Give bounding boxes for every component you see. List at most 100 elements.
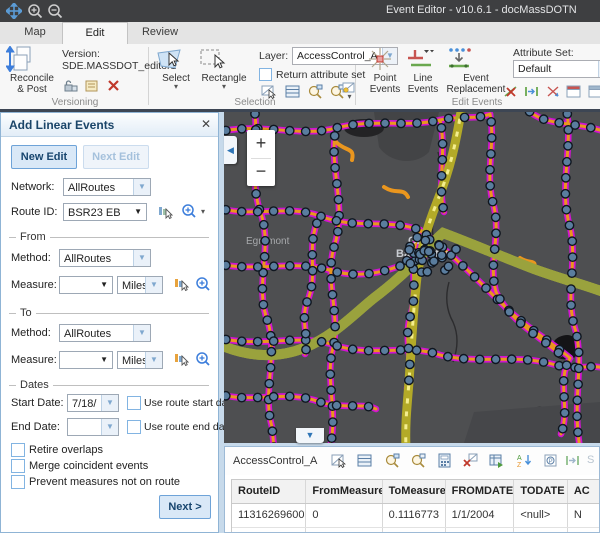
map-view[interactable]: Egremont Great Barrington [224,112,600,443]
map-zoom-out-button[interactable]: − [247,158,275,186]
to-zoom-icon[interactable] [195,351,210,366]
column-header[interactable]: AC [568,480,600,503]
tab-review[interactable]: Review [132,22,188,43]
measure-range-icon[interactable] [524,84,539,99]
from-units-dropdown[interactable]: Miles▼ [117,276,163,294]
to-pick-measure-icon[interactable] [173,351,188,366]
retire-overlaps-checkbox[interactable] [11,443,25,457]
select-dropdown-caret[interactable]: ▾ [156,84,196,90]
rectangle-dropdown-caret[interactable]: ▾ [198,84,250,90]
chevron-down-icon[interactable]: ▼ [134,204,142,220]
to-method-dropdown[interactable]: AllRoutes▼ [59,324,151,342]
use-route-start-date-checkbox[interactable] [127,396,141,410]
new-version-icon[interactable] [84,78,99,93]
use-route-end-date-checkbox[interactable] [127,420,141,434]
table-row[interactable]: 11316269600 0 0.1116773 1/1/2004 <null> … [232,504,600,528]
to-measure-combo[interactable]: ▼ [59,351,113,369]
from-zoom-icon[interactable] [195,276,210,291]
close-icon[interactable]: ✕ [201,117,211,131]
prevent-measures-checkbox[interactable] [11,475,25,489]
column-header[interactable]: FROMDATE [446,480,515,503]
point-events-button[interactable]: Point Events [367,46,403,95]
zoom-in-icon[interactable] [27,3,43,19]
route-id-combo[interactable]: BSR23 EB▼ [63,203,147,221]
tab-map[interactable]: Map [12,22,58,43]
merge-events-icon[interactable] [546,84,561,99]
measure-range-icon[interactable] [565,453,580,468]
chevron-down-icon[interactable]: ▼ [145,277,162,293]
chevron-down-icon[interactable]: ▼ [145,352,162,368]
chevron-down-icon[interactable]: ▼ [101,419,118,435]
table-row[interactable]: 11316270600 0 0.0795596 1/1/2004 <null> … [232,528,600,533]
from-pick-measure-icon[interactable] [173,276,188,291]
rectangle-select-icon [198,46,228,72]
select-features-icon[interactable] [331,453,346,468]
selectable-layers-caret[interactable]: ▾ [342,94,357,100]
select-button[interactable]: Select ▾ [156,46,196,90]
zoom-to-selected-icon[interactable] [385,453,400,468]
select-icon [156,46,184,72]
next-button[interactable]: Next > [159,495,211,519]
chevron-down-icon[interactable]: ▼ [101,395,118,411]
chevron-down-icon[interactable]: ▼ [133,250,150,266]
chevron-down-icon[interactable]: ▼ [133,179,150,195]
pan-icon[interactable] [6,3,22,19]
attribute-list-icon[interactable] [357,453,372,468]
title-bar: Event Editor - v10.6.1 - docMassDOTN [0,0,600,22]
unlock-icon[interactable] [63,78,78,93]
merge-coincident-checkbox[interactable] [11,459,25,473]
from-group-legend: From [9,231,209,243]
column-header[interactable]: ToMeasure [383,480,446,503]
identify-icon[interactable]: P [543,453,558,468]
version-label: Version: [62,48,100,60]
add-linear-events-panel: Add Linear Events ✕ New Edit Next Edit N… [0,112,219,533]
select-route-on-map-icon[interactable] [157,204,172,219]
to-units-dropdown[interactable]: Miles▼ [117,351,163,369]
event-attributes-window-icon[interactable] [566,84,581,99]
use-route-start-date-label: Use route start date [144,397,236,409]
pan-to-selected-icon[interactable] [411,453,426,468]
next-edit-button[interactable]: Next Edit [83,145,149,169]
export-table-icon[interactable] [489,453,504,468]
from-measure-combo[interactable]: ▼ [59,276,113,294]
collapse-table-icon[interactable]: ▼ [296,428,324,443]
table-source-label: AccessControl_A [233,455,317,467]
tab-edit[interactable]: Edit [62,22,128,45]
end-date-combo[interactable]: ▼ [67,418,119,436]
return-attribute-set-checkbox[interactable] [259,68,272,81]
line-events-icon [406,46,434,72]
clipped-toolbar-button[interactable]: S [587,454,594,466]
zoom-route-caret[interactable]: ▾ [201,209,205,215]
line-events-button[interactable]: Line Events [406,46,440,95]
new-edit-button[interactable]: New Edit [11,145,77,169]
reconcile-post-button[interactable]: Reconcile & Post [6,46,58,95]
from-method-dropdown[interactable]: AllRoutes▼ [59,249,151,267]
events-panel-icon[interactable] [588,84,600,99]
collapse-panel-icon[interactable]: ◀ [224,136,237,164]
start-date-combo[interactable]: 7/18/▼ [67,394,119,412]
merge-coincident-label: Merge coincident events [29,460,148,472]
zoom-to-selection-icon[interactable] [308,84,323,99]
column-header[interactable]: RouteID [232,480,306,503]
chevron-down-icon[interactable]: ▼ [133,325,150,341]
map-zoom-in-button[interactable]: + [247,130,275,158]
column-header[interactable]: FromMeasure [306,480,382,503]
chevron-down-icon[interactable]: ▼ [100,277,108,293]
selectable-layers-icon[interactable]: ▾ [342,82,357,97]
edit-events-section-label: Edit Events [432,97,522,108]
chevron-down-icon[interactable]: ▼ [100,352,108,368]
zoom-out-icon[interactable] [47,3,63,19]
rectangle-select-button[interactable]: Rectangle ▾ [198,46,250,90]
zoom-to-route-icon[interactable] [181,203,196,218]
sort-icon[interactable]: AZ [517,453,532,468]
delete-version-icon[interactable] [106,78,121,93]
network-dropdown[interactable]: AllRoutes▼ [63,178,151,196]
use-route-end-date-label: Use route end date [144,421,233,433]
attribute-set-dropdown[interactable]: Default ▼ [513,60,600,78]
calculator-icon[interactable] [437,453,452,468]
clear-selection-icon[interactable] [463,453,478,468]
column-header[interactable]: TODATE [514,480,568,503]
route-id-label: Route ID: [11,206,57,218]
event-replacement-button[interactable]: Event Replacement [444,46,508,95]
svg-text:Z: Z [517,462,522,468]
